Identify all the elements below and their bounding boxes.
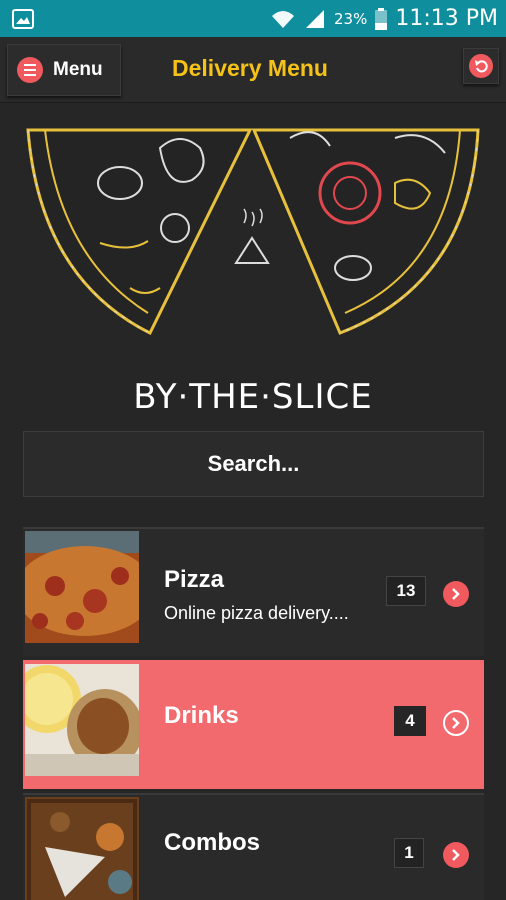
category-description: Online pizza delivery.... — [164, 603, 349, 623]
image-icon — [12, 8, 34, 29]
category-title: Pizza — [164, 566, 225, 593]
brand-logo: BY·THE·SLICE — [133, 377, 372, 417]
chevron-right-icon[interactable] — [443, 710, 469, 736]
list-item[interactable]: Pizza Online pizza delivery.... 13 — [23, 527, 484, 656]
pizza-thumbnail — [25, 531, 139, 643]
combos-thumbnail — [25, 797, 139, 900]
category-title: Drinks — [164, 702, 239, 729]
wifi-icon — [272, 10, 294, 28]
page-title: Delivery Menu — [172, 55, 328, 81]
drinks-thumbnail — [25, 664, 139, 776]
app-bar: Menu Delivery Menu — [0, 37, 506, 103]
category-title: Combos — [164, 829, 260, 856]
battery-icon — [375, 7, 388, 30]
refresh-button[interactable] — [463, 48, 499, 84]
item-count-badge: 1 — [394, 838, 424, 868]
item-count-badge: 13 — [386, 576, 426, 606]
pizza-banner: BY·THE·SLICE — [0, 118, 506, 418]
battery-percent: 23% — [334, 9, 368, 28]
list-item[interactable]: Drinks 4 — [23, 660, 484, 789]
hamburger-icon — [17, 57, 43, 83]
menu-label: Menu — [53, 59, 103, 80]
refresh-icon — [469, 54, 493, 78]
list-item[interactable]: Combos 1 — [23, 793, 484, 900]
category-list: Pizza Online pizza delivery.... 13 Drink… — [23, 527, 484, 900]
search-input[interactable]: Search... — [23, 431, 484, 497]
chevron-right-icon[interactable] — [443, 842, 469, 868]
menu-button[interactable]: Menu — [7, 44, 121, 96]
status-time: 11:13 PM — [395, 6, 498, 31]
status-bar: 23% 11:13 PM — [0, 0, 506, 37]
chevron-right-icon[interactable] — [443, 581, 469, 607]
signal-icon — [306, 9, 324, 28]
item-count-badge: 4 — [394, 706, 426, 736]
